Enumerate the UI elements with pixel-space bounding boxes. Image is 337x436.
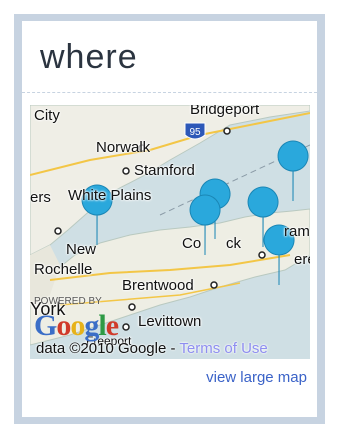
map-label-brentwood: Brentwood (122, 277, 194, 294)
powered-by-label: POWERED BY (34, 296, 102, 307)
where-card: where 95 City Bridgeport Norwalk Stamfor… (22, 21, 317, 417)
map-label-stamford: Stamford (134, 162, 195, 179)
attribution-text: data ©2010 Google - (36, 340, 180, 357)
interstate-95-shield: 95 (184, 122, 206, 140)
map-label-new: New (66, 241, 97, 258)
google-logo[interactable]: Google (34, 311, 119, 341)
map-label-rochelle: Rochelle (34, 261, 93, 278)
map-label-ers: ers (30, 189, 51, 206)
terms-of-use-link[interactable]: Terms of Use (179, 340, 267, 357)
map-label-conn: Co (182, 235, 202, 252)
where-widget: where 95 City Bridgeport Norwalk Stamfor… (14, 14, 325, 424)
map-label-white-plains: White Plains (68, 187, 152, 204)
map-attribution: data ©2010 Google - Terms of Use (36, 340, 268, 357)
map-label-ram: ram (284, 223, 310, 240)
map-label-erea: erea (294, 251, 310, 268)
widget-title: where (22, 21, 317, 93)
svg-text:95: 95 (189, 127, 201, 138)
view-large-map-link[interactable]: view large map (206, 369, 307, 386)
map-label-levittown: Levittown (138, 313, 202, 330)
map-label-norwalk: Norwalk (96, 139, 151, 156)
map-label-city: City (34, 107, 60, 124)
map-view[interactable]: 95 City Bridgeport Norwalk Stamford ers … (30, 105, 310, 359)
map-label-bridgeport: Bridgeport (190, 105, 260, 118)
map-label-ck: ck (226, 235, 241, 252)
